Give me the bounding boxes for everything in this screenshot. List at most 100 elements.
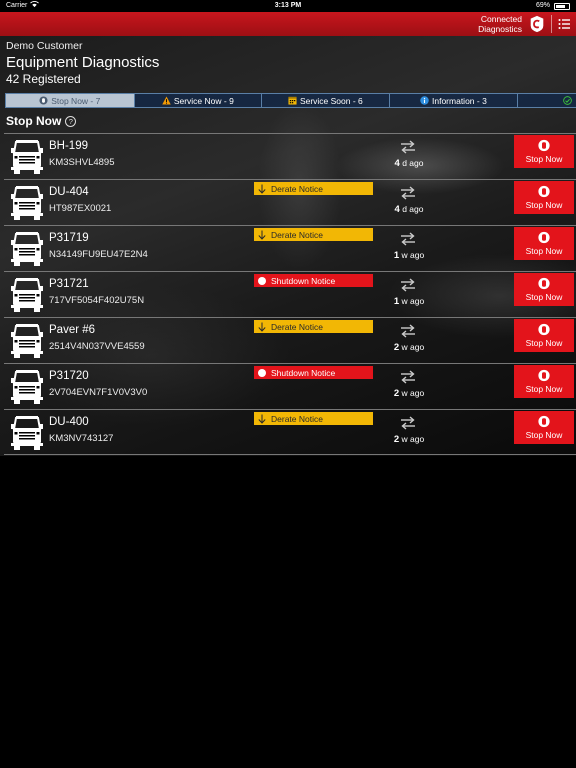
sync-icon — [394, 278, 422, 297]
equipment-vin: KM3NV743127 — [49, 433, 114, 444]
equipment-row[interactable]: P31719 N34149FU9EU47E2N4 Derate Notice 1… — [4, 225, 576, 271]
equipment-row[interactable]: Paver #6 2514V4N037VVE4559 Derate Notice… — [4, 317, 576, 363]
equipment-name: P31721 — [49, 278, 89, 290]
last-seen: 4 d ago — [379, 204, 439, 215]
info-icon — [420, 96, 429, 105]
stop-icon — [39, 96, 48, 105]
equipment-row[interactable]: P31721 717VF5054F402U75N Shutdown Notice… — [4, 271, 576, 317]
derate-arrow-icon — [258, 322, 266, 332]
stop-now-button[interactable]: Stop Now — [514, 319, 574, 352]
last-seen-number: 2 — [393, 434, 400, 445]
last-seen: 2 w ago — [379, 342, 439, 353]
stop-icon — [538, 185, 550, 198]
stop-icon — [538, 369, 550, 382]
equipment-name: DU-400 — [49, 416, 89, 428]
derate-arrow-icon — [258, 414, 266, 424]
truck-icon — [11, 370, 43, 404]
last-seen: 4 d ago — [379, 158, 439, 169]
brand-line-2: Diagnostics — [478, 24, 522, 34]
brand-name: Connected Diagnostics — [478, 14, 522, 34]
notice-badge: Derate Notice — [254, 320, 373, 333]
truck-icon — [11, 186, 43, 220]
customer-name: Demo Customer — [6, 40, 83, 52]
equipment-row[interactable]: BH-199 KM3SHVL4895 4 d ago Stop Now — [4, 133, 576, 179]
stop-icon — [538, 231, 550, 244]
notice-badge: Derate Notice — [254, 412, 373, 425]
tab-information[interactable]: Information - 3 — [389, 94, 519, 107]
truck-icon — [11, 278, 43, 312]
stop-now-label: Stop Now — [525, 246, 563, 256]
help-icon[interactable]: ? — [65, 115, 77, 127]
list-menu-icon[interactable] — [558, 18, 570, 30]
notice-badge: Derate Notice — [254, 182, 373, 195]
notice-badge: Shutdown Notice — [254, 366, 373, 379]
cummins-logo-icon — [530, 15, 544, 33]
equipment-name: BH-199 — [49, 140, 88, 152]
status-bar: Carrier 3:13 PM 69% — [0, 0, 576, 12]
stop-now-button[interactable]: Stop Now — [514, 411, 574, 444]
tab-ok[interactable] — [518, 94, 576, 107]
notice-badge: Derate Notice — [254, 228, 373, 241]
last-seen: 2 w ago — [379, 434, 439, 445]
equipment-row[interactable]: DU-404 HT987EX0021 Derate Notice 4 d ago… — [4, 179, 576, 225]
derate-arrow-icon — [258, 184, 266, 194]
warning-icon — [162, 96, 171, 105]
last-seen: 1 w ago — [379, 296, 439, 307]
tab-service-soon[interactable]: Service Soon - 6 — [262, 94, 390, 107]
last-seen-unit: d ago — [402, 204, 424, 214]
tab-service-now[interactable]: Service Now - 9 — [134, 94, 263, 107]
sync-icon — [394, 370, 422, 389]
stop-now-button[interactable]: Stop Now — [514, 135, 574, 168]
stop-now-label: Stop Now — [525, 154, 563, 164]
last-seen-number: 2 — [393, 388, 400, 399]
equipment-list: BH-199 KM3SHVL4895 4 d ago Stop Now DU-4… — [4, 133, 576, 455]
last-seen-unit: w ago — [401, 296, 425, 306]
equipment-row[interactable]: P31720 2V704EVN7F1V0V3V0 Shutdown Notice… — [4, 363, 576, 409]
last-seen-number: 4 — [394, 158, 400, 169]
stop-now-button[interactable]: Stop Now — [514, 227, 574, 260]
equipment-vin: N34149FU9EU47E2N4 — [49, 249, 148, 260]
last-seen-unit: w ago — [401, 250, 425, 260]
tab-label: Stop Now - 7 — [51, 95, 101, 106]
page-header: Demo Customer Equipment Diagnostics 42 R… — [6, 40, 159, 86]
tab-label: Service Soon - 6 — [299, 95, 363, 106]
stop-now-button[interactable]: Stop Now — [514, 181, 574, 214]
notice-badge: Shutdown Notice — [254, 274, 373, 287]
last-seen-number: 4 — [394, 204, 400, 215]
stop-now-button[interactable]: Stop Now — [514, 273, 574, 306]
shutdown-icon — [258, 276, 266, 285]
equipment-vin: 717VF5054F402U75N — [49, 295, 145, 306]
last-seen-unit: w ago — [401, 388, 425, 398]
registered-count: 42 Registered — [6, 72, 81, 86]
section-title: Stop Now — [6, 114, 62, 128]
last-seen-unit: w ago — [401, 434, 425, 444]
truck-icon — [11, 140, 43, 174]
battery-percent: 69% — [535, 2, 550, 9]
calendar-icon — [288, 96, 297, 105]
sync-icon — [394, 140, 422, 159]
notice-label: Shutdown Notice — [271, 367, 336, 378]
derate-arrow-icon — [258, 230, 266, 240]
notice-label: Derate Notice — [271, 229, 323, 240]
last-seen-number: 1 — [393, 296, 400, 307]
clock: 3:13 PM — [274, 2, 302, 9]
equipment-name: DU-404 — [49, 186, 89, 198]
equipment-name: P31720 — [49, 370, 89, 382]
check-circle-icon — [563, 96, 572, 105]
notice-label: Derate Notice — [271, 413, 323, 424]
stop-icon — [538, 323, 550, 336]
notice-label: Shutdown Notice — [271, 275, 336, 286]
stop-icon — [538, 277, 550, 290]
sync-icon — [394, 324, 422, 343]
stop-now-button[interactable]: Stop Now — [514, 365, 574, 398]
equipment-row[interactable]: DU-400 KM3NV743127 Derate Notice 2 w ago… — [4, 409, 576, 455]
appbar-divider — [551, 15, 552, 33]
stop-icon — [538, 139, 550, 152]
shutdown-icon — [258, 368, 266, 377]
sync-icon — [394, 416, 422, 435]
truck-icon — [11, 324, 43, 358]
last-seen-number: 1 — [393, 250, 400, 261]
tab-stop-now[interactable]: Stop Now - 7 — [6, 94, 135, 107]
last-seen: 2 w ago — [379, 388, 439, 399]
equipment-name: P31719 — [49, 232, 89, 244]
